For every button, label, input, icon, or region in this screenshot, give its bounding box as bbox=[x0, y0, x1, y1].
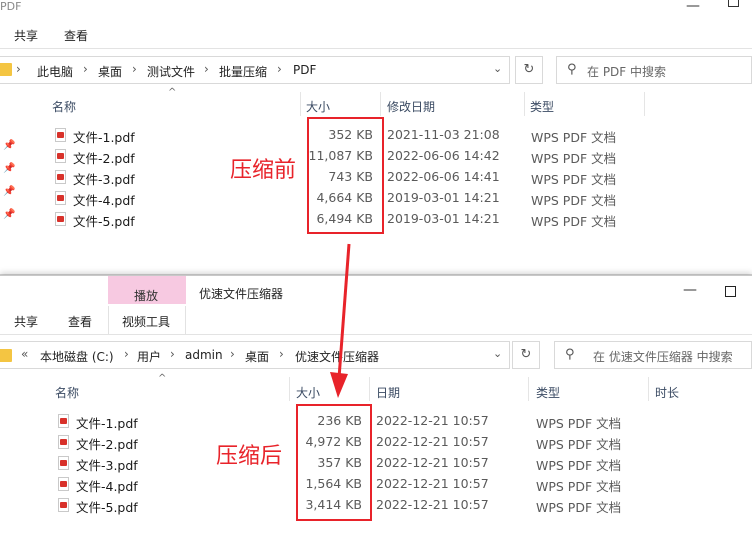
red-arrow bbox=[330, 243, 351, 398]
